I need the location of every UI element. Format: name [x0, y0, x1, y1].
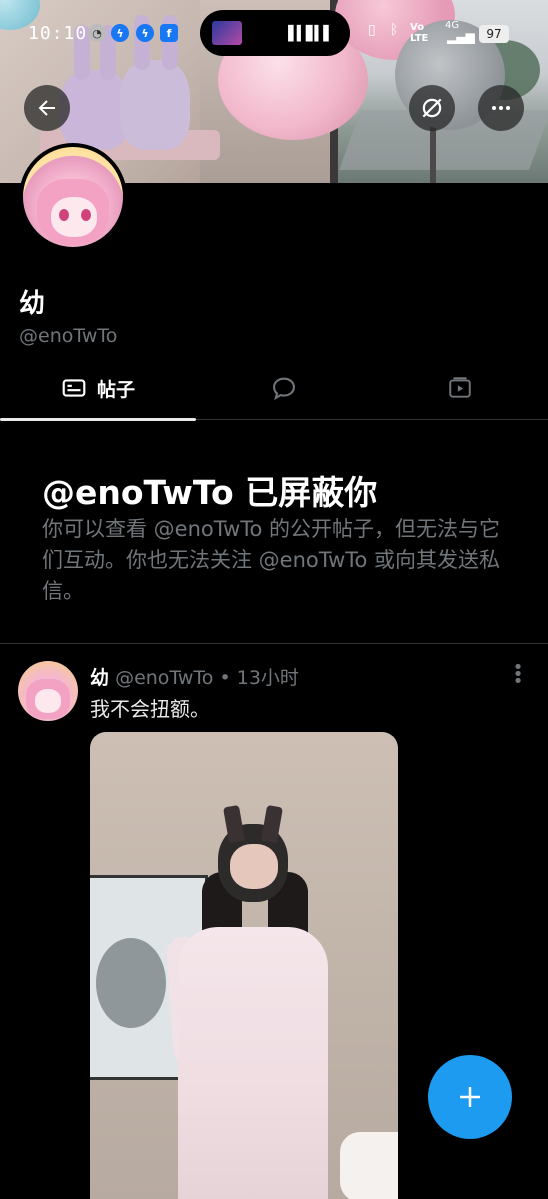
grok-button[interactable]	[409, 85, 455, 131]
messenger-icon: ϟ	[136, 24, 154, 42]
network-label: Vo LTE	[410, 22, 429, 44]
posts-icon	[62, 379, 86, 397]
post-author-handle[interactable]: @enoTwTo	[115, 667, 213, 689]
post-text: 我不会扭额。	[90, 697, 210, 721]
back-button[interactable]	[24, 85, 70, 131]
media-thumbnail	[212, 21, 242, 45]
post-more-button[interactable]: • • •	[508, 659, 528, 691]
compose-post-button[interactable]	[428, 1055, 512, 1139]
arrow-left-icon	[38, 100, 55, 116]
profile-handle: @enoTwTo	[19, 325, 118, 347]
blocked-message: 你可以查看 @enoTwTo 的公开帖子，但无法与它们互动。你也无法关注 @en…	[42, 517, 501, 603]
signal-icon: ▂▄▆	[447, 30, 475, 44]
profile-avatar[interactable]	[19, 143, 127, 251]
active-tab-indicator	[0, 418, 196, 421]
notification-icon: ◔	[88, 24, 106, 42]
messenger-icon: ϟ	[111, 24, 129, 42]
blocked-title: @enoTwTo 已屏蔽你	[42, 473, 378, 512]
status-time: 10:10	[28, 23, 88, 44]
more-options-button[interactable]	[478, 85, 524, 131]
post-author-name[interactable]: 幼	[90, 667, 109, 689]
post-timestamp[interactable]: 13小时	[237, 667, 299, 689]
vibrate-icon: ▯	[368, 22, 376, 38]
grok-icon	[422, 98, 442, 118]
audio-wave-icon: ▌▍▋▍▌	[288, 26, 334, 42]
tab-posts-label: 帖子	[96, 378, 135, 401]
bluetooth-icon: ᛒ	[390, 22, 399, 38]
media-icon	[449, 377, 471, 398]
tab-replies[interactable]	[196, 356, 372, 420]
facebook-icon: f	[160, 24, 178, 42]
profile-name: 幼	[19, 289, 46, 319]
plush-toy	[120, 15, 190, 150]
replies-icon	[273, 377, 295, 401]
post-avatar[interactable]	[18, 661, 78, 721]
post-media-video[interactable]	[90, 732, 398, 1199]
post-header: 幼 @enoTwTo • 13小时	[90, 663, 299, 690]
bed	[340, 1132, 398, 1199]
post-meta-separator: •	[219, 667, 231, 689]
status-bar: 10:10 ◔ ϟ ϟ f ▌▍▋▍▌ ▯ ᛒ Vo LTE 4G ▂▄▆ 97	[0, 0, 548, 62]
divider	[0, 643, 548, 644]
more-horizontal-icon	[492, 106, 510, 110]
battery-indicator: 97	[479, 25, 509, 43]
more-vertical-icon: • • •	[512, 657, 524, 692]
plus-icon	[460, 1087, 480, 1107]
profile-tabs: 帖子	[0, 356, 548, 421]
tab-media[interactable]	[372, 356, 548, 420]
person-figure	[178, 927, 328, 1199]
tab-posts[interactable]: 帖子	[0, 356, 196, 421]
dynamic-island[interactable]: ▌▍▋▍▌	[200, 10, 350, 56]
